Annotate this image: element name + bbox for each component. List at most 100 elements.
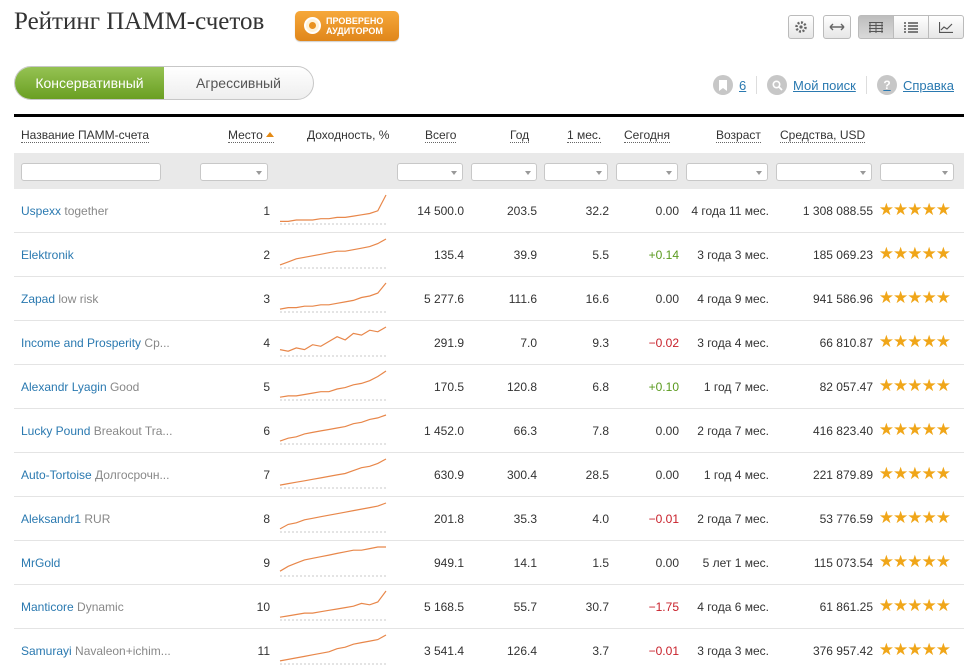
total-value: 1 452.0 (423, 424, 464, 438)
age-value: 1 год 7 мес. (703, 380, 769, 394)
col-name-header[interactable]: Название ПАММ-счета (21, 128, 150, 143)
account-link[interactable]: Lucky Pound (21, 424, 90, 438)
place-value: 8 (263, 512, 270, 526)
col-total-header[interactable]: Всего (425, 128, 457, 143)
account-link[interactable]: Manticore (21, 600, 74, 614)
chart-view-button[interactable] (928, 15, 964, 39)
month-value: 6.8 (592, 380, 609, 394)
account-subtitle: RUR (84, 512, 111, 526)
yield-sparkline[interactable] (278, 457, 390, 493)
today-filter-select[interactable] (616, 163, 678, 181)
col-place-header[interactable]: Место (228, 128, 274, 143)
tab-aggressive[interactable]: Агрессивный (164, 67, 313, 99)
table-row[interactable]: Aleksandr1 RUR 8 201.8 35.3 4.0 −0.01 2 года 7… (14, 497, 964, 541)
col-year-header[interactable]: Год (510, 128, 530, 143)
today-value: 0.00 (655, 556, 679, 570)
account-name: Elektronik (21, 248, 181, 262)
bookmarks-count: 6 (739, 77, 747, 93)
gear-icon (795, 21, 807, 33)
table-row[interactable]: Alexandr Lyagin Good 5 170.5 120.8 6.8 +0.10 1… (14, 365, 964, 409)
yield-sparkline[interactable] (278, 413, 390, 449)
sparkline-line (279, 634, 387, 662)
account-name: Samurayi Navaleon+ichim... (21, 644, 181, 658)
place-value: 4 (263, 336, 270, 350)
year-value: 14.1 (513, 556, 537, 570)
age-value: 4 года 11 мес. (691, 204, 769, 218)
today-value: −0.01 (648, 512, 679, 526)
pamm-table-body: Uspexx together 1 14 500.0 203.5 32.2 0.00 4 г… (14, 189, 964, 672)
account-link[interactable]: Zapad (21, 292, 55, 306)
name-filter-input[interactable] (21, 163, 161, 181)
yield-sparkline[interactable] (278, 589, 390, 625)
funds-value: 66 810.87 (819, 336, 873, 350)
arrows-horizontal-icon (829, 23, 845, 31)
month-value: 5.5 (592, 248, 609, 262)
bookmarks-link[interactable]: 6 (713, 75, 746, 95)
yield-sparkline[interactable] (278, 281, 390, 317)
yield-sparkline[interactable] (278, 501, 390, 537)
month-value: 3.7 (592, 644, 609, 658)
account-link[interactable]: Uspexx (21, 204, 61, 218)
table-row[interactable]: Auto-Tortoise Долгосрочн... 7 630.9 300.4 28… (14, 453, 964, 497)
account-name: Auto-Tortoise Долгосрочн... (21, 468, 181, 482)
table-row[interactable]: Lucky Pound Breakout Tra... 6 1 452.0 66.3 7… (14, 409, 964, 453)
help-link[interactable]: ? Справка (877, 75, 954, 95)
account-link[interactable]: Samurayi (21, 644, 72, 658)
expand-width-button[interactable] (823, 15, 851, 39)
yield-sparkline[interactable] (278, 369, 390, 405)
table-row[interactable]: Manticore Dynamic 10 5 168.5 55.7 30.7 −1.75 4… (14, 585, 964, 629)
tab-conservative[interactable]: Консервативный (15, 67, 164, 99)
sparkline-line (279, 282, 387, 310)
badge-line-2: АУДИТОРОМ (326, 26, 383, 36)
account-link[interactable]: Elektronik (21, 248, 74, 262)
yield-sparkline[interactable] (278, 237, 390, 273)
question-icon: ? (877, 75, 897, 95)
table-row[interactable]: Zapad low risk 3 5 277.6 111.6 16.6 0.00 4 год… (14, 277, 964, 321)
settings-button[interactable] (788, 15, 814, 39)
search-icon (767, 75, 787, 95)
month-filter-select[interactable] (544, 163, 608, 181)
year-filter-select[interactable] (471, 163, 537, 181)
filter-row (14, 153, 964, 189)
table-row[interactable]: Samurayi Navaleon+ichim... 11 3 541.4 126.4… (14, 629, 964, 672)
age-filter-select[interactable] (686, 163, 768, 181)
col-funds-header[interactable]: Средства, USD (780, 128, 866, 143)
col-today-header[interactable]: Сегодня (624, 128, 670, 143)
grid-view-button[interactable] (858, 15, 894, 39)
today-value: −0.02 (648, 336, 679, 350)
place-value: 10 (256, 600, 270, 614)
rating-stars: ★★★★★ (878, 332, 951, 351)
account-link[interactable]: Auto-Tortoise (21, 468, 92, 482)
auditor-badge[interactable]: ПРОВЕРЕНО АУДИТОРОМ (295, 11, 399, 41)
yield-sparkline[interactable] (278, 633, 390, 669)
account-link[interactable]: Aleksandr1 (21, 512, 81, 526)
yield-sparkline[interactable] (278, 193, 390, 229)
place-filter-select[interactable] (200, 163, 268, 181)
my-search-link[interactable]: Мой поиск (767, 75, 856, 95)
bookmark-icon (713, 75, 733, 95)
table-row[interactable]: Uspexx together 1 14 500.0 203.5 32.2 0.00 4 г… (14, 189, 964, 233)
age-value: 1 год 4 мес. (703, 468, 769, 482)
account-link[interactable]: Alexandr Lyagin (21, 380, 107, 394)
account-name: MrGold (21, 556, 181, 570)
total-value: 949.1 (433, 556, 464, 570)
rating-stars: ★★★★★ (878, 200, 951, 219)
col-yield-header: Доходность, % (307, 128, 390, 142)
table-row[interactable]: Elektronik 2 135.4 39.9 5.5 +0.14 3 года 3 ме… (14, 233, 964, 277)
total-filter-select[interactable] (397, 163, 463, 181)
rating-stars: ★★★★★ (878, 640, 951, 659)
place-value: 6 (263, 424, 270, 438)
table-row[interactable]: Income and Prosperity Cp... 4 291.9 7.0 9.3 −… (14, 321, 964, 365)
account-link[interactable]: Income and Prosperity (21, 336, 141, 350)
yield-sparkline[interactable] (278, 545, 390, 581)
list-view-button[interactable] (893, 15, 929, 39)
account-link[interactable]: MrGold (21, 556, 60, 570)
col-age-header[interactable]: Возраст (716, 128, 761, 143)
rating-filter-select[interactable] (880, 163, 954, 181)
funds-filter-select[interactable] (776, 163, 872, 181)
col-month-header[interactable]: 1 мес. (567, 128, 602, 143)
yield-sparkline[interactable] (278, 325, 390, 361)
year-value: 35.3 (513, 512, 537, 526)
grid-view-icon (869, 21, 883, 33)
table-row[interactable]: MrGold 9 949.1 14.1 1.5 0.00 5 лет 1 мес. 115 … (14, 541, 964, 585)
